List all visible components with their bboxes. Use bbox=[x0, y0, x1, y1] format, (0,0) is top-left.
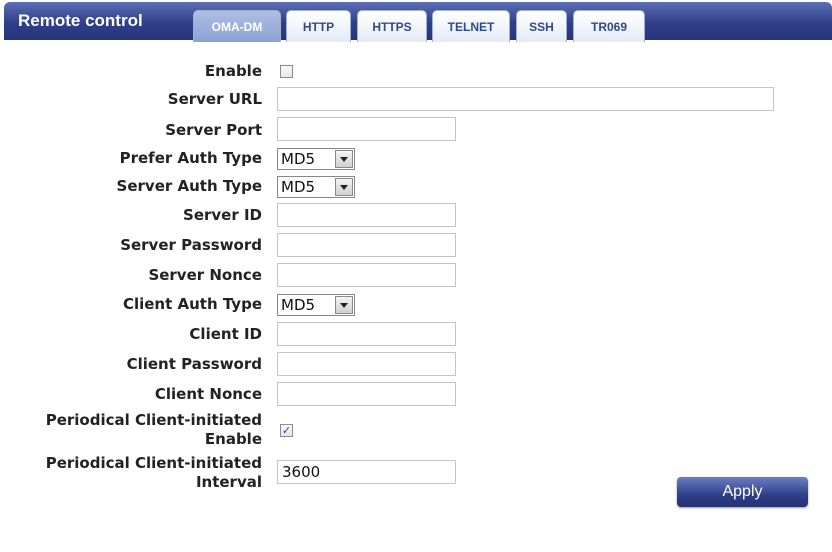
periodical-interval-input[interactable]: 3600 bbox=[277, 460, 456, 484]
server-auth-type-select[interactable]: MD5 bbox=[277, 176, 355, 198]
server-id-input[interactable] bbox=[277, 203, 456, 227]
periodical-interval-label-line2: Interval bbox=[195, 473, 262, 491]
prefer-auth-type-select[interactable]: MD5 bbox=[277, 148, 355, 170]
enable-label: Enable bbox=[204, 62, 262, 80]
tab-tr069[interactable]: TR069 bbox=[573, 10, 645, 42]
chevron-down-icon[interactable] bbox=[335, 178, 353, 196]
chevron-down-icon[interactable] bbox=[335, 150, 353, 168]
server-auth-type-value: MD5 bbox=[281, 178, 316, 196]
client-id-label: Client ID bbox=[189, 325, 262, 343]
page-title: Remote control bbox=[18, 11, 143, 30]
tab-oma-dm[interactable]: OMA-DM bbox=[193, 10, 281, 42]
periodical-enable-checkbox[interactable]: ✓ bbox=[280, 424, 293, 437]
server-port-label: Server Port bbox=[165, 121, 262, 139]
server-password-input[interactable] bbox=[277, 233, 456, 257]
periodical-interval-label: Periodical Client-initiated Interval bbox=[46, 454, 262, 492]
periodical-enable-label-line1: Periodical Client-initiated bbox=[45, 411, 262, 429]
tab-http[interactable]: HTTP bbox=[286, 10, 351, 42]
apply-button[interactable]: Apply bbox=[677, 477, 808, 507]
header-bar: Remote control OMA-DM HTTP HTTPS TELNET … bbox=[4, 2, 832, 42]
chevron-down-icon[interactable] bbox=[335, 296, 353, 314]
prefer-auth-type-label: Prefer Auth Type bbox=[119, 149, 262, 167]
periodical-enable-label: Periodical Client-initiated Enable bbox=[46, 411, 262, 449]
prefer-auth-type-value: MD5 bbox=[281, 150, 316, 168]
client-auth-type-select[interactable]: MD5 bbox=[277, 294, 355, 316]
periodical-interval-label-line1: Periodical Client-initiated bbox=[45, 454, 262, 472]
enable-checkbox[interactable] bbox=[280, 65, 293, 78]
client-nonce-input[interactable] bbox=[277, 382, 456, 406]
client-nonce-label: Client Nonce bbox=[154, 385, 262, 403]
checkmark-icon: ✓ bbox=[281, 424, 292, 437]
server-id-label: Server ID bbox=[183, 206, 262, 224]
client-password-label: Client Password bbox=[126, 355, 262, 373]
tab-https[interactable]: HTTPS bbox=[357, 10, 427, 42]
oma-dm-form: Enable Server URL Server Port Prefer Aut… bbox=[4, 40, 832, 552]
server-port-input[interactable] bbox=[277, 117, 456, 141]
server-url-label: Server URL bbox=[167, 90, 262, 108]
server-url-input[interactable] bbox=[277, 87, 774, 111]
client-password-input[interactable] bbox=[277, 352, 456, 376]
server-password-label: Server Password bbox=[120, 236, 262, 254]
server-nonce-input[interactable] bbox=[277, 263, 456, 287]
tab-ssh[interactable]: SSH bbox=[516, 10, 567, 42]
client-auth-type-value: MD5 bbox=[281, 296, 316, 314]
server-auth-type-label: Server Auth Type bbox=[116, 177, 262, 195]
periodical-enable-label-line2: Enable bbox=[204, 430, 262, 448]
client-id-input[interactable] bbox=[277, 322, 456, 346]
server-nonce-label: Server Nonce bbox=[148, 266, 262, 284]
tab-telnet[interactable]: TELNET bbox=[432, 10, 510, 42]
client-auth-type-label: Client Auth Type bbox=[122, 295, 262, 313]
